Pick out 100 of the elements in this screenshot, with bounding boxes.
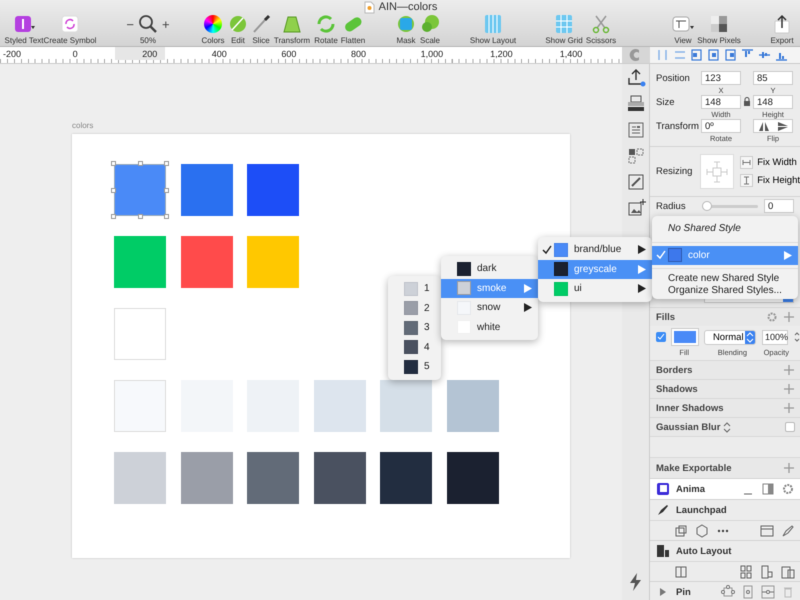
field-label: Transform — [656, 120, 700, 132]
pin-points-icon[interactable] — [721, 585, 735, 599]
toolbar-button[interactable]: Scale — [419, 14, 441, 45]
toolbar-button[interactable]: Edit — [227, 14, 249, 45]
document-icon[interactable] — [626, 120, 646, 140]
fill-checkbox[interactable] — [656, 332, 666, 342]
number-field[interactable]: 0º — [701, 119, 741, 133]
menu-item[interactable]: 1 — [388, 279, 441, 298]
toolbar-button[interactable]: Colors — [201, 14, 225, 45]
plugin-title: Auto Layout — [676, 546, 732, 556]
settings-icon[interactable] — [766, 311, 778, 323]
scale-icon — [419, 14, 441, 34]
add-icon[interactable] — [783, 383, 795, 395]
columns-icon[interactable] — [674, 564, 688, 578]
fix-height-toggle[interactable]: Fix Height — [740, 174, 800, 187]
number-field[interactable]: 0 — [764, 199, 794, 213]
toolbar-button[interactable]: Flatten — [340, 14, 366, 45]
submenu-arrow-icon — [638, 284, 646, 294]
checkbox[interactable] — [785, 422, 795, 432]
flip-vertical-icon — [776, 120, 788, 132]
fix-width-toggle[interactable]: Fix Width — [740, 156, 800, 169]
devices-icon[interactable] — [781, 564, 795, 578]
toolbar-button[interactable]: View — [672, 14, 694, 45]
edit-icon — [227, 14, 249, 34]
fill-color-well[interactable] — [672, 329, 698, 345]
add-icon[interactable] — [783, 311, 795, 323]
number-field[interactable]: 148 — [753, 95, 793, 109]
menu-item[interactable]: 5 — [388, 357, 441, 376]
toolbar-button[interactable]: Export — [770, 14, 794, 45]
toolbar-button[interactable]: Transform — [274, 14, 310, 45]
add-icon[interactable] — [783, 364, 795, 376]
resizing-icon — [704, 160, 729, 184]
edit-frame-icon[interactable] — [626, 172, 646, 192]
submenu-arrow-icon — [638, 245, 646, 254]
printer-icon[interactable] — [626, 94, 646, 114]
zoom-in-button[interactable]: + — [162, 16, 170, 32]
menu-item[interactable]: 3 — [388, 318, 441, 338]
toolbar-button[interactable]: Show Layout — [470, 14, 516, 45]
updown-icon — [746, 332, 754, 342]
device-icon[interactable] — [760, 564, 774, 578]
toolbar-button[interactable]: Mask — [395, 14, 417, 45]
toolbar-button[interactable]: Scissors — [586, 14, 616, 45]
add-icon[interactable] — [783, 462, 795, 474]
field-label: Radius — [656, 200, 687, 212]
distribute-horizontal-icon[interactable] — [656, 48, 669, 62]
number-field[interactable]: 123 — [701, 71, 741, 85]
blending-select[interactable]: Normal — [704, 330, 756, 344]
lock-icon[interactable] — [743, 97, 751, 107]
menu-item[interactable]: 2 — [388, 298, 441, 318]
slider-thumb[interactable] — [702, 201, 712, 211]
squares-icon[interactable] — [626, 146, 646, 166]
toolbar-button[interactable]: Show Grid — [545, 14, 583, 45]
checkmark-icon — [542, 244, 552, 255]
cube-icon[interactable] — [695, 524, 709, 538]
menu-item[interactable]: No Shared Style — [652, 219, 798, 238]
checkmark-icon — [656, 250, 666, 260]
pin-side-icon[interactable] — [761, 585, 775, 599]
grid-icon[interactable] — [739, 564, 753, 578]
menu-item[interactable]: dark — [441, 259, 538, 278]
toolbar-button[interactable]: Slice — [250, 14, 272, 45]
radius-slider[interactable] — [704, 201, 758, 211]
ruler-selection — [115, 47, 165, 60]
pin-center-icon[interactable] — [741, 585, 755, 599]
updown-icon[interactable] — [723, 422, 732, 432]
upload-icon[interactable] — [626, 68, 646, 88]
menu-item[interactable]: brand/blue — [538, 240, 652, 260]
menu-item[interactable]: ui — [538, 279, 652, 298]
stepper-icon[interactable] — [794, 331, 800, 343]
menu-item[interactable]: Create new Shared Style — [652, 272, 798, 284]
number-field[interactable]: 85 — [753, 71, 793, 85]
align-center-icon[interactable] — [707, 48, 720, 62]
section-title: Gaussian Blur — [656, 422, 720, 432]
panel-icon[interactable] — [761, 482, 775, 496]
menu-item[interactable]: 4 — [388, 338, 441, 357]
align-right-icon[interactable] — [724, 48, 737, 62]
align-left-icon[interactable] — [690, 48, 703, 62]
submenu-arrow-icon — [638, 264, 646, 274]
toolbar-button[interactable]: Rotate — [314, 14, 338, 45]
zoom-out-button[interactable]: − — [126, 16, 134, 32]
add-icon[interactable] — [783, 402, 795, 414]
toolbar-button[interactable]: Show Pixels — [697, 14, 741, 45]
toolbar-button[interactable]: Create Symbol — [44, 14, 96, 45]
opacity-field[interactable]: 100% — [762, 330, 788, 344]
ruler-label: 400 — [212, 49, 227, 59]
flip-horizontal-icon — [758, 120, 770, 132]
number-field[interactable]: 148 — [701, 95, 741, 109]
menu-item[interactable]: Organize Shared Styles... — [652, 284, 798, 296]
flip-control[interactable] — [753, 119, 793, 133]
anima-logo-icon — [656, 482, 670, 496]
plugin-title: Launchpad — [676, 504, 728, 516]
zoom-icon[interactable] — [137, 14, 159, 34]
browser-icon[interactable] — [760, 524, 774, 538]
menu-item[interactable]: snow — [441, 298, 538, 318]
add-image-icon[interactable] — [626, 198, 646, 218]
toolbar-button[interactable]: Styled Text — [4, 14, 44, 45]
menu-item[interactable]: white — [441, 318, 538, 337]
checkmark-icon — [657, 333, 665, 341]
component-icon[interactable] — [674, 524, 688, 538]
text-style-icon — [13, 14, 35, 34]
settings-icon[interactable] — [781, 482, 795, 496]
